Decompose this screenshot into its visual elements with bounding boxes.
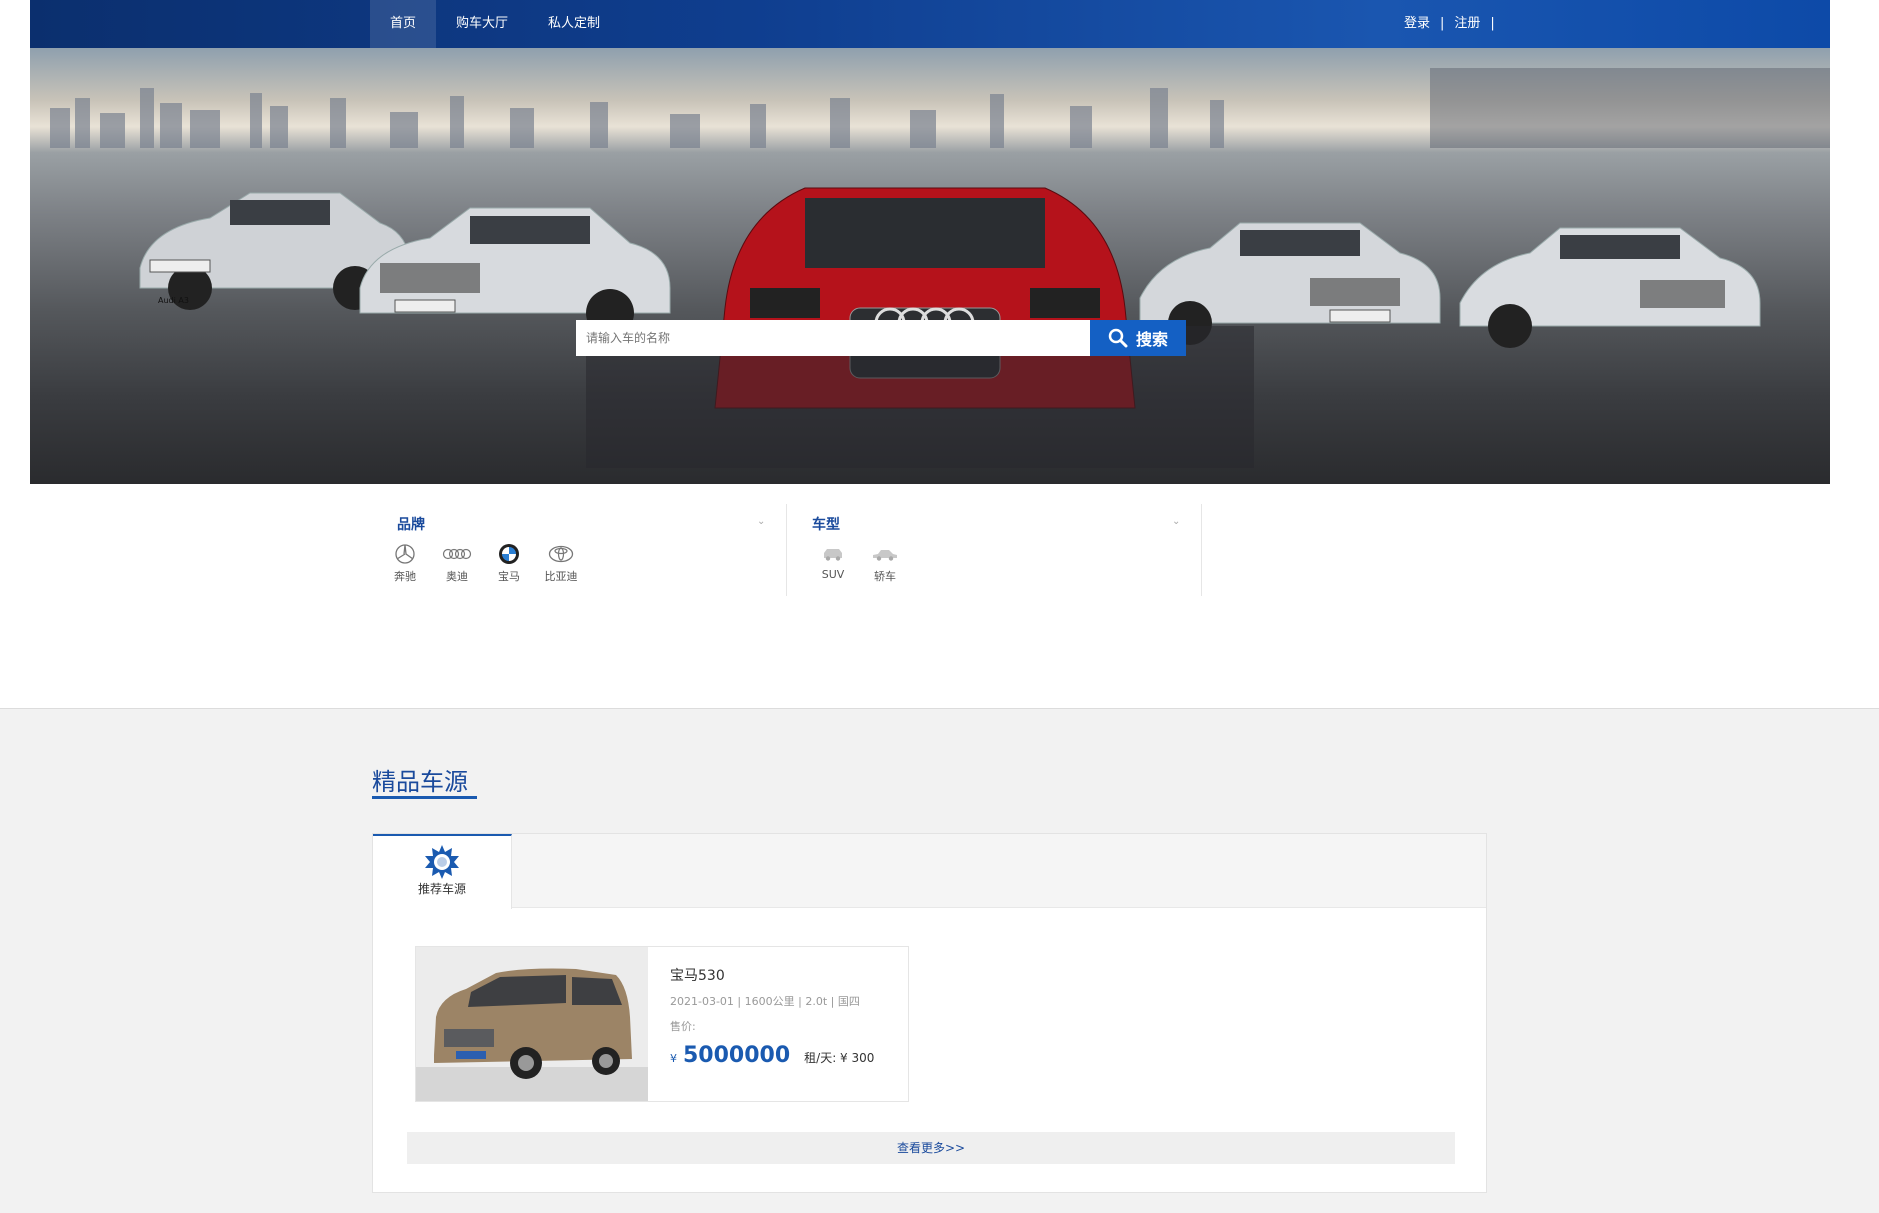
type-item-sedan[interactable]: 轿车 [859,540,911,584]
chevron-down-icon[interactable]: ⌄ [1172,516,1180,527]
featured-card-panel: 推荐车源 宝马530 2021-03-01 | 1600公里 | 2.0t | … [372,833,1487,1193]
city-skyline-graphic [50,68,1830,148]
starburst-badge-icon [425,845,459,879]
car-listing-card[interactable]: 宝马530 2021-03-01 | 1600公里 | 2.0t | 国四 售价… [415,946,909,1102]
type-filter: 车型 ⌄ SUV 轿车 [812,504,1184,596]
tab-recommended-label: 推荐车源 [417,882,466,896]
brand-item-label: 奥迪 [446,570,468,583]
brand-item-bmw[interactable]: 宝马 [483,540,535,584]
tab-bar: 推荐车源 [373,834,1486,909]
audi-logo-icon [442,548,472,560]
bmw-logo-icon [499,544,519,564]
search-icon [1108,328,1128,348]
nav-links: 首页 购车大厅 私人定制 [370,0,620,48]
type-item-label: SUV [821,568,845,581]
currency-symbol: ¥ [670,1052,677,1065]
top-nav: 首页 购车大厅 私人定制 登录 | 注册 | [30,0,1830,48]
auth-links: 登录 | 注册 | [1404,0,1495,48]
car-listing-name[interactable]: 宝马530 [670,965,725,985]
brand-item-label: 宝马 [498,570,520,583]
view-more-link[interactable]: 查看更多>> [407,1132,1455,1164]
register-link[interactable]: 注册 [1454,0,1480,48]
brand-item-label: 奔驰 [394,570,416,583]
toyota-style-logo-icon [548,545,574,563]
brand-item-audi[interactable]: 奥迪 [431,540,483,584]
suv-icon [824,549,842,561]
section-title-underline [372,796,477,799]
svg-text:Audi A3: Audi A3 [158,296,189,305]
auth-separator: | [1490,16,1495,31]
search-button[interactable]: 搜索 [1090,320,1186,356]
car-search-input[interactable] [576,320,1090,356]
filter-divider [786,504,787,596]
rent-per-day: 租/天: ¥ 300 [804,1051,875,1065]
car-listing-meta: 2021-03-01 | 1600公里 | 2.0t | 国四 [670,995,860,1008]
chevron-down-icon[interactable]: ⌄ [757,516,765,527]
brand-item-mercedes[interactable]: 奔驰 [379,540,431,584]
brand-filter: 品牌 ⌄ 奔驰 奥迪 宝马 比亚迪 [394,504,769,596]
type-item-label: 轿车 [874,570,896,583]
hero-banner: Audi A3 [30,48,1830,484]
brand-filter-title: 品牌 [397,517,425,533]
tab-recommended[interactable]: 推荐车源 [373,834,512,909]
section-title: 精品车源 [372,768,468,796]
car-listing-price: ¥ 5000000 租/天: ¥ 300 [670,1043,874,1068]
brand-item-label: 比亚迪 [544,570,578,583]
minivan-photo-graphic [416,947,648,1101]
sedan-icon [873,550,897,561]
mercedes-logo-icon [395,544,415,564]
filter-divider [1201,504,1202,596]
nav-home-link[interactable]: 首页 [370,0,437,48]
nav-buy-hall-link[interactable]: 购车大厅 [436,0,528,48]
price-amount: 5000000 [683,1043,791,1068]
car-listing-photo[interactable] [416,947,648,1101]
car-listing-price-label: 售价: [670,1020,696,1033]
search-button-label: 搜索 [1135,332,1168,349]
car-audi-a6l-image [1459,227,1761,348]
login-link[interactable]: 登录 [1404,0,1430,48]
auth-separator: | [1440,16,1445,31]
type-filter-title: 车型 [812,517,840,533]
nav-custom-link[interactable]: 私人定制 [528,0,620,48]
brand-item-byd[interactable]: 比亚迪 [535,540,587,584]
type-item-suv[interactable]: SUV [807,540,859,584]
